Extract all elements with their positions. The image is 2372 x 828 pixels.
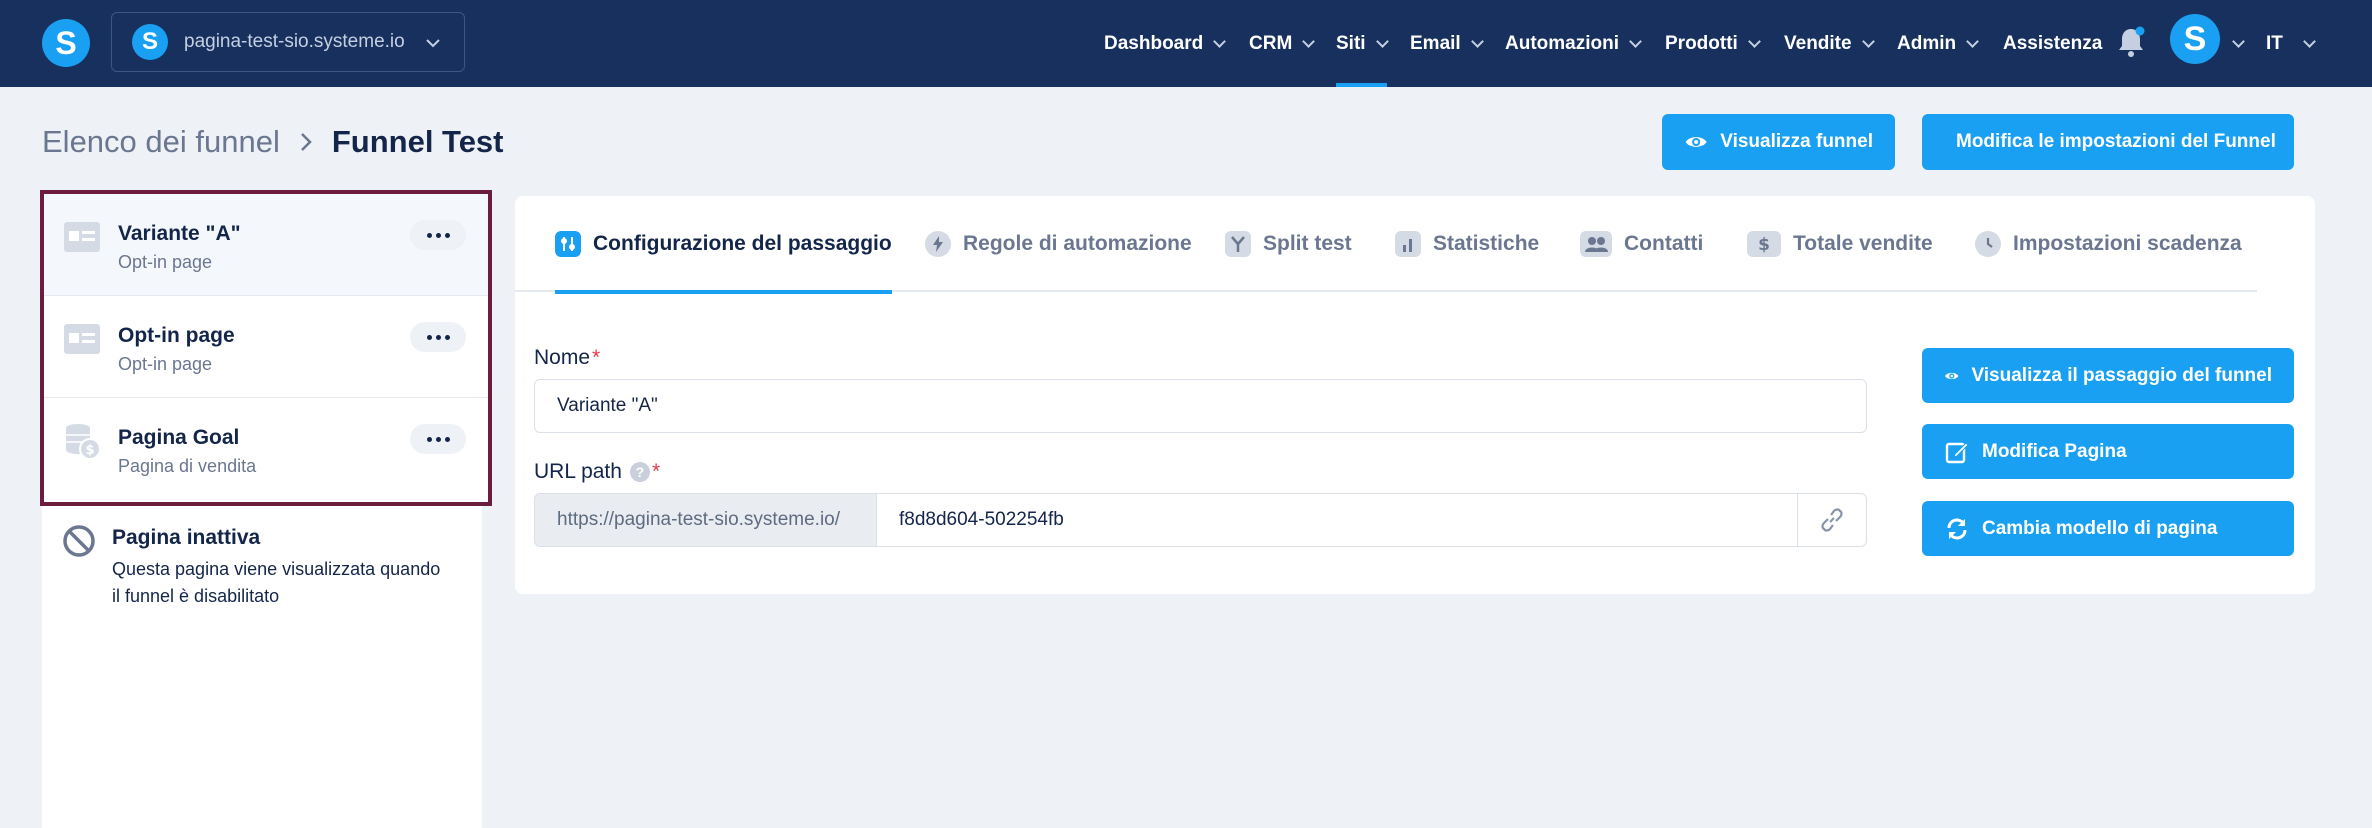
nav-vendite[interactable]: Vendite	[1784, 0, 1875, 87]
nav-dashboard[interactable]: Dashboard	[1104, 0, 1227, 87]
chevron-down-icon	[2303, 34, 2316, 48]
tab-regole-automazione[interactable]: Regole di automazione	[925, 196, 1192, 292]
bell-icon[interactable]	[2116, 25, 2146, 59]
chevron-down-icon	[1375, 34, 1389, 48]
systeme-logo[interactable]: S	[42, 19, 90, 67]
chart-icon	[1395, 231, 1421, 257]
funnel-step-pagina-goal[interactable]: $ Pagina Goal Pagina di vendita	[44, 398, 488, 500]
nav-automazioni[interactable]: Automazioni	[1505, 0, 1642, 87]
chevron-right-icon	[300, 133, 312, 151]
funnel-steps-list: Variante "A" Opt-in page Opt-in page Opt…	[40, 190, 492, 506]
chevron-down-icon	[1966, 34, 1979, 48]
page-title: Funnel Test	[331, 124, 504, 159]
chevron-down-icon	[1629, 34, 1642, 48]
edit-funnel-settings-button[interactable]: Modifica le impostazioni del Funnel	[1922, 114, 2294, 170]
link-icon	[1821, 508, 1843, 532]
step-options-button[interactable]	[410, 220, 466, 250]
view-funnel-step-button[interactable]: Visualizza il passaggio del funnel	[1922, 348, 2294, 403]
clock-icon	[1975, 231, 2001, 257]
name-label: Nome*	[534, 346, 601, 369]
tab-contatti[interactable]: Contatti	[1580, 196, 1703, 292]
nav-admin[interactable]: Admin	[1897, 0, 1979, 87]
top-navbar: S S pagina-test-sio.systeme.io Dashboard…	[0, 0, 2372, 87]
svg-text:$: $	[1758, 235, 1770, 255]
page-icon	[64, 324, 100, 354]
site-name: pagina-test-sio.systeme.io	[184, 31, 405, 52]
tab-configurazione[interactable]: Configurazione del passaggio	[555, 196, 892, 294]
dollar-icon: $	[1747, 231, 1781, 257]
eye-icon	[1685, 137, 1707, 147]
step-options-button[interactable]	[410, 424, 466, 454]
site-selector[interactable]: S pagina-test-sio.systeme.io	[111, 12, 465, 72]
ban-icon	[63, 525, 95, 557]
chevron-down-icon	[1861, 34, 1875, 48]
edit-page-button[interactable]: Modifica Pagina	[1922, 424, 2294, 479]
copy-link-button[interactable]	[1797, 493, 1867, 547]
eye-icon	[1945, 372, 1959, 379]
tab-split-test[interactable]: Split test	[1225, 196, 1352, 292]
avatar-menu-toggle[interactable]	[2230, 0, 2245, 87]
step-configuration-card: Configurazione del passaggio Regole di a…	[515, 196, 2315, 594]
edit-icon	[1945, 441, 1969, 463]
page-icon	[64, 222, 100, 252]
nav-crm[interactable]: CRM	[1249, 0, 1316, 87]
funnel-step-variante-a[interactable]: Variante "A" Opt-in page	[44, 194, 488, 296]
chevron-down-icon	[1470, 34, 1484, 48]
user-avatar[interactable]: S	[2170, 14, 2220, 64]
step-options-button[interactable]	[410, 322, 466, 352]
refresh-icon	[1947, 517, 1967, 540]
language-selector[interactable]: IT	[2266, 0, 2316, 87]
split-icon	[1225, 231, 1251, 257]
help-icon[interactable]: ?	[629, 462, 650, 483]
nav-assistenza[interactable]: Assistenza	[2003, 0, 2102, 87]
tab-statistiche[interactable]: Statistiche	[1395, 196, 1539, 292]
bolt-icon	[925, 231, 951, 257]
chevron-down-icon	[1747, 34, 1761, 48]
change-template-button[interactable]: Cambia modello di pagina	[1922, 501, 2294, 556]
svg-text:$: $	[85, 443, 94, 458]
url-prefix: https://pagina-test-sio.systeme.io/	[534, 493, 876, 547]
name-input[interactable]: Variante "A"	[534, 379, 1867, 433]
chevron-down-icon	[1213, 34, 1227, 48]
users-icon	[1580, 231, 1612, 257]
chevron-down-icon	[2232, 34, 2245, 48]
step-tabs: Configurazione del passaggio Regole di a…	[515, 196, 2257, 294]
nav-siti[interactable]: Siti	[1336, 0, 1389, 87]
funnel-step-opt-in-page[interactable]: Opt-in page Opt-in page	[44, 296, 488, 398]
chevron-down-icon	[426, 39, 440, 48]
coins-icon: $	[66, 424, 100, 460]
tab-totale-vendite[interactable]: $ Totale vendite	[1747, 196, 1933, 292]
breadcrumb-funnel-list[interactable]: Elenco dei funnel	[42, 124, 280, 160]
nav-prodotti[interactable]: Prodotti	[1665, 0, 1761, 87]
nav-email[interactable]: Email	[1410, 0, 1484, 87]
chevron-down-icon	[1302, 34, 1316, 48]
site-logo-icon: S	[132, 24, 168, 60]
url-path-label: URL path? *	[534, 460, 661, 483]
tab-impostazioni-scadenza[interactable]: Impostazioni scadenza	[1975, 196, 2242, 292]
view-funnel-button[interactable]: Visualizza funnel	[1662, 114, 1895, 170]
breadcrumb: Elenco dei funnel Funnel Test	[42, 124, 504, 160]
url-path-input[interactable]: f8d8d604-502254fb	[876, 493, 1798, 547]
sliders-icon	[555, 231, 581, 257]
